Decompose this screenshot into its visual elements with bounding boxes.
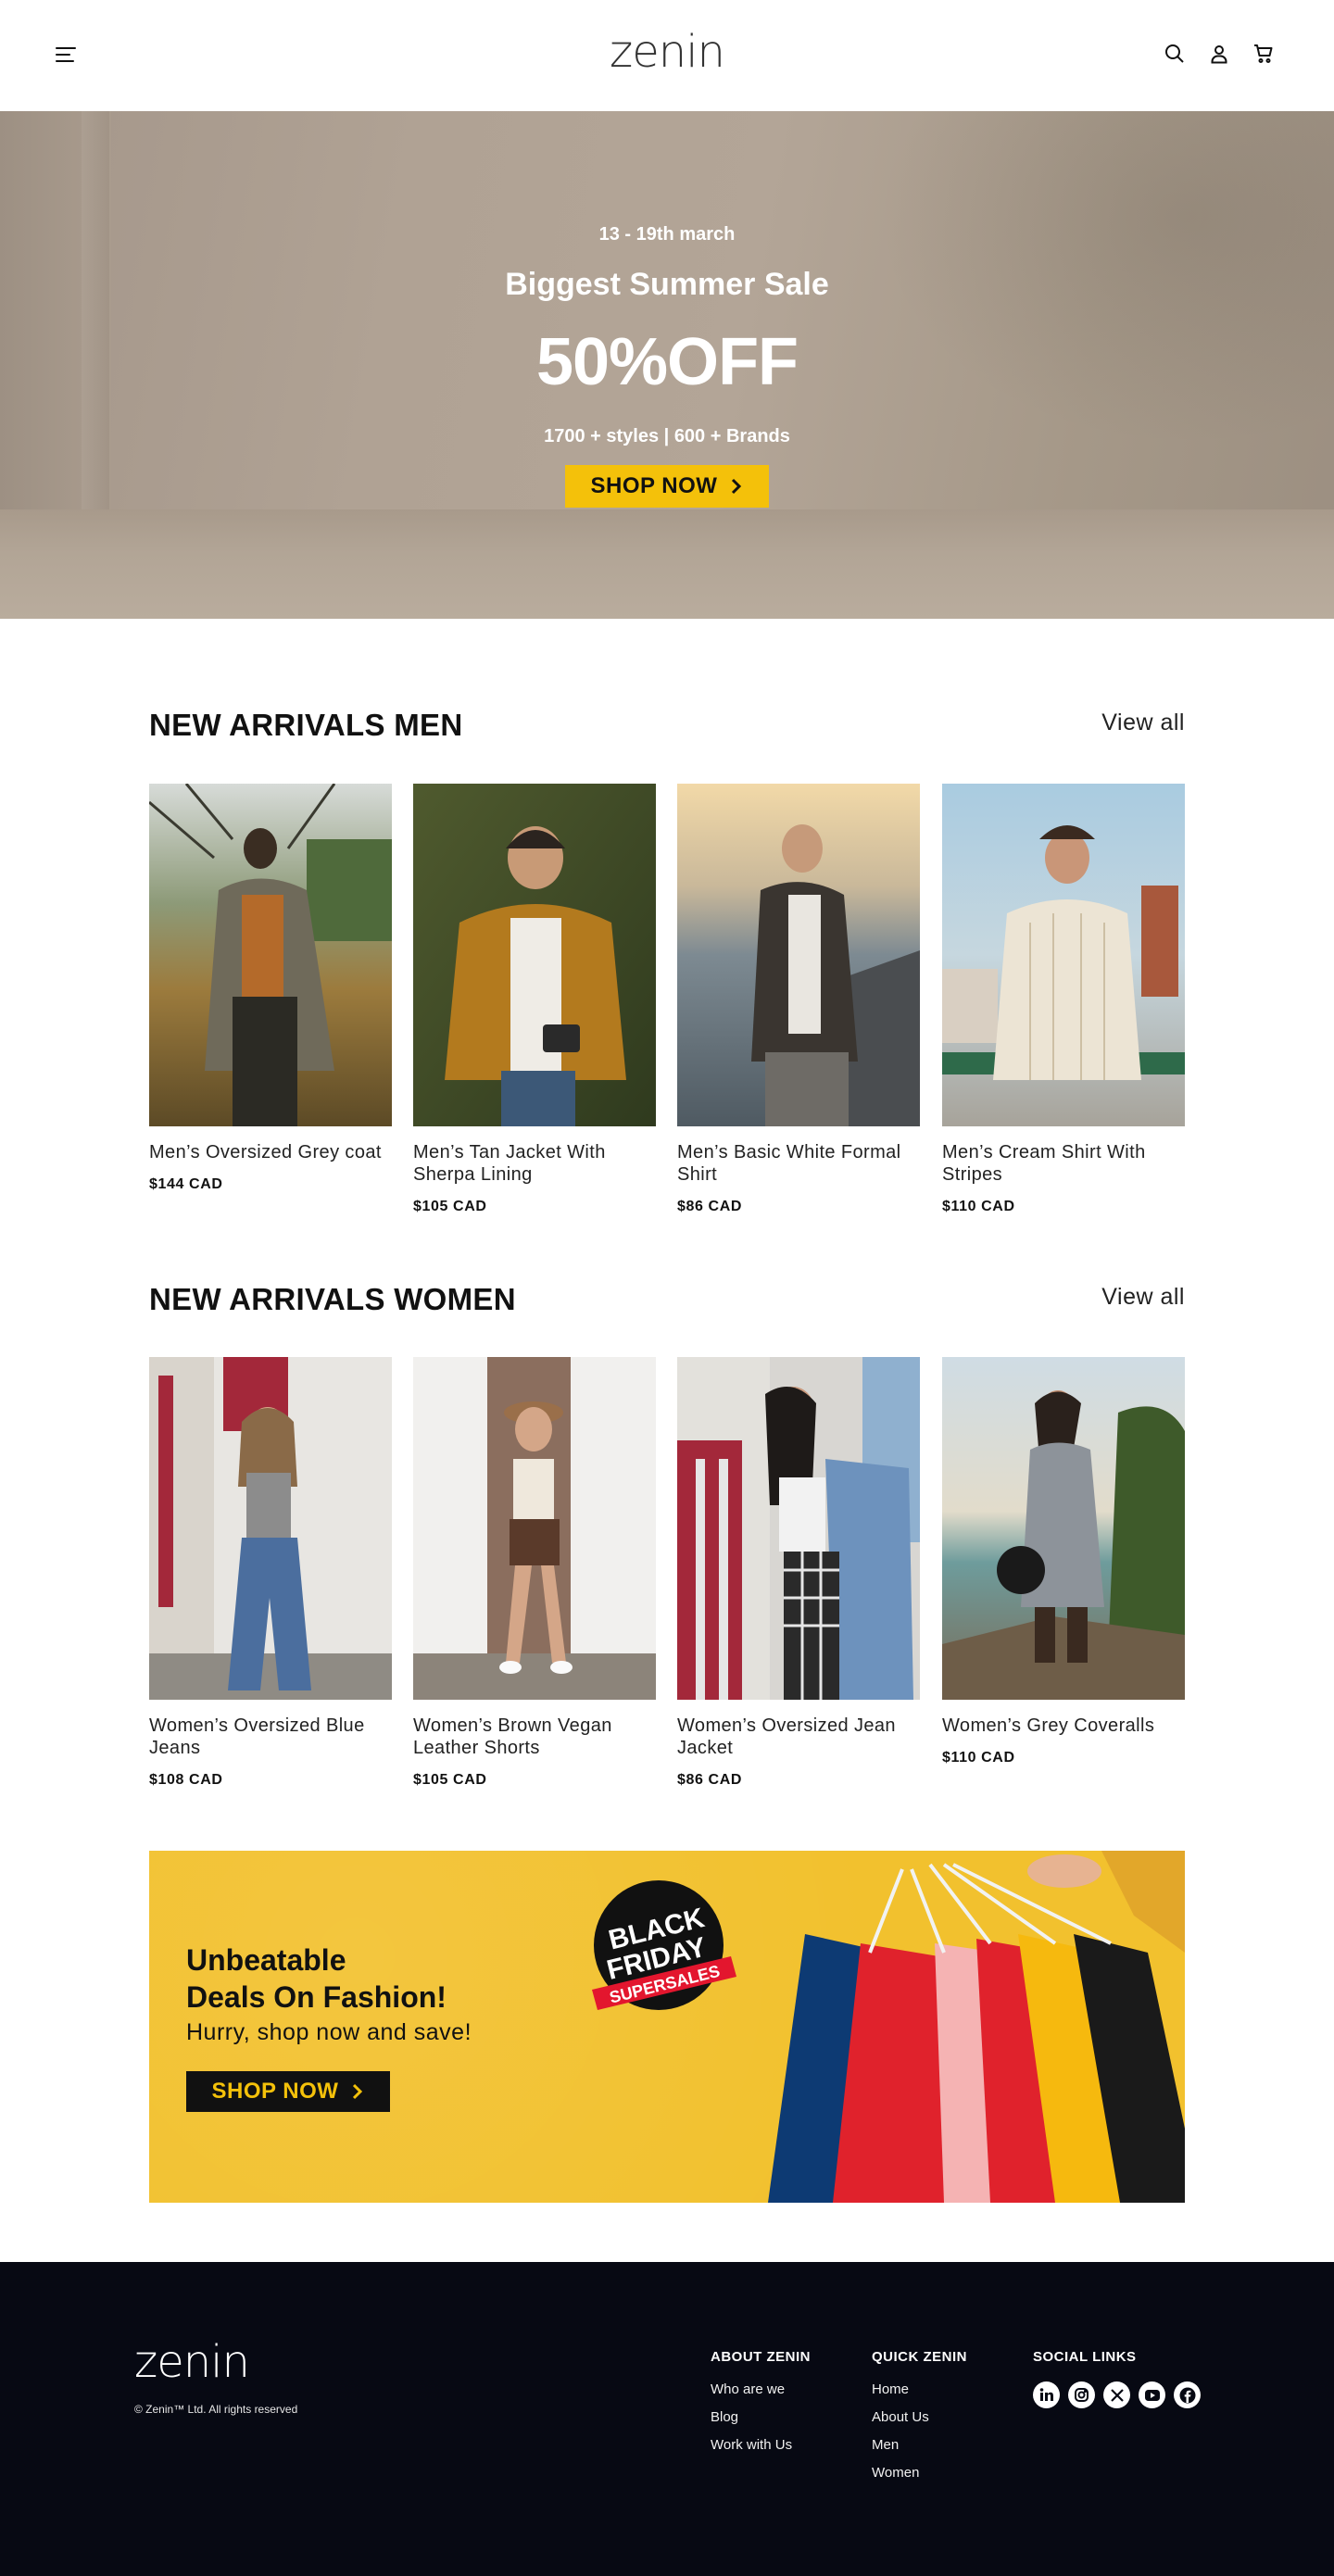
- footer-link-home[interactable]: Home: [872, 2381, 967, 2397]
- product-image[interactable]: [149, 1357, 392, 1700]
- hero-banner: 13 - 19th march Biggest Summer Sale 50%O…: [0, 111, 1334, 619]
- site-header: zenin: [0, 0, 1334, 111]
- footer-quick-title: QUICK ZENIN: [872, 2349, 967, 2365]
- hero-subtitle: 1700 + styles | 600 + Brands: [544, 426, 790, 446]
- footer-link-work-with-us[interactable]: Work with Us: [711, 2437, 811, 2453]
- chevron-right-icon: [353, 2083, 363, 2100]
- footer-about-title: ABOUT ZENIN: [711, 2349, 811, 2365]
- footer-link-who-are-we[interactable]: Who are we: [711, 2381, 811, 2397]
- product-image[interactable]: [942, 1357, 1185, 1700]
- product-image[interactable]: [413, 784, 656, 1126]
- promo-title-line2: Deals On Fashion!: [186, 1980, 447, 2014]
- product-card[interactable]: Men’s Tan Jacket With Sherpa Lining $105…: [413, 784, 656, 1215]
- footer-link-men[interactable]: Men: [872, 2437, 967, 2453]
- product-card[interactable]: Women’s Grey Coveralls $110 CAD: [942, 1357, 1185, 1766]
- product-card[interactable]: Men’s Basic White Formal Shirt $86 CAD: [677, 784, 920, 1215]
- linkedin-icon[interactable]: [1033, 2381, 1060, 2408]
- product-card[interactable]: Men’s Cream Shirt With Stripes $110 CAD: [942, 784, 1185, 1215]
- product-name[interactable]: Women’s Grey Coveralls: [942, 1715, 1185, 1737]
- shopping-bags-image: [768, 1851, 1185, 2203]
- product-price: $105 CAD: [413, 1772, 487, 1788]
- product-price: $110 CAD: [942, 1750, 1015, 1766]
- footer-quick-column: QUICK ZENIN Home About Us Men Women: [872, 2349, 967, 2493]
- x-icon[interactable]: [1103, 2381, 1130, 2408]
- promo-shop-now-button[interactable]: SHOP NOW: [186, 2071, 390, 2112]
- site-footer: zenin © Zenin™ Ltd. All rights reserved …: [0, 2262, 1334, 2576]
- promo-title: Unbeatable Deals On Fashion!: [186, 1941, 447, 2016]
- youtube-icon[interactable]: [1139, 2381, 1165, 2408]
- product-name[interactable]: Women’s Oversized Jean Jacket: [677, 1715, 920, 1759]
- hero-shop-now-label: SHOP NOW: [590, 473, 718, 498]
- product-name[interactable]: Men’s Cream Shirt With Stripes: [942, 1141, 1185, 1186]
- product-name[interactable]: Men’s Basic White Formal Shirt: [677, 1141, 920, 1186]
- promo-shop-now-label: SHOP NOW: [211, 2079, 339, 2104]
- promo-banner: Unbeatable Deals On Fashion! Hurry, shop…: [149, 1851, 1185, 2203]
- product-price: $86 CAD: [677, 1199, 743, 1214]
- product-card[interactable]: Women’s Brown Vegan Leather Shorts $105 …: [413, 1357, 656, 1789]
- hero-discount: 50%OFF: [535, 325, 799, 399]
- product-name[interactable]: Women’s Oversized Blue Jeans: [149, 1715, 392, 1759]
- facebook-icon[interactable]: [1174, 2381, 1201, 2408]
- product-image[interactable]: [942, 784, 1185, 1126]
- product-name[interactable]: Men’s Tan Jacket With Sherpa Lining: [413, 1141, 656, 1186]
- header-actions: [1162, 41, 1277, 67]
- promo-title-line1: Unbeatable: [186, 1943, 346, 1977]
- footer-link-women[interactable]: Women: [872, 2465, 967, 2481]
- footer-link-about-us[interactable]: About Us: [872, 2409, 967, 2425]
- product-card[interactable]: Men’s Oversized Grey coat $144 CAD: [149, 784, 392, 1193]
- product-name[interactable]: Women’s Brown Vegan Leather Shorts: [413, 1715, 656, 1759]
- product-price: $110 CAD: [942, 1199, 1015, 1214]
- black-friday-badge: BLACK FRIDAY SUPERSALES: [592, 1880, 736, 2010]
- hero-shop-now-button[interactable]: SHOP NOW: [565, 465, 769, 508]
- footer-social-column: SOCIAL LINKS: [1033, 2349, 1201, 2408]
- hero-floor: [0, 509, 1334, 619]
- women-view-all-link[interactable]: View all: [1101, 1284, 1185, 1311]
- product-image[interactable]: [677, 1357, 920, 1700]
- product-price: $108 CAD: [149, 1772, 223, 1788]
- product-card[interactable]: Women’s Oversized Blue Jeans $108 CAD: [149, 1357, 392, 1789]
- men-section-title: NEW ARRIVALS MEN: [149, 708, 463, 742]
- logo[interactable]: zenin: [0, 26, 1334, 78]
- product-image[interactable]: [149, 784, 392, 1126]
- cart-icon[interactable]: [1251, 41, 1277, 67]
- hero-title: Biggest Summer Sale: [505, 267, 829, 302]
- footer-logo[interactable]: zenin: [134, 2336, 250, 2388]
- product-image[interactable]: [413, 1357, 656, 1700]
- hero-date: 13 - 19th march: [598, 224, 736, 245]
- instagram-icon[interactable]: [1068, 2381, 1095, 2408]
- footer-social-title: SOCIAL LINKS: [1033, 2349, 1137, 2365]
- user-icon[interactable]: [1206, 41, 1232, 67]
- product-price: $86 CAD: [677, 1772, 743, 1788]
- product-name[interactable]: Men’s Oversized Grey coat: [149, 1141, 392, 1163]
- social-links: [1033, 2381, 1201, 2408]
- footer-about-column: ABOUT ZENIN Who are we Blog Work with Us: [711, 2349, 811, 2465]
- women-section-title: NEW ARRIVALS WOMEN: [149, 1282, 516, 1316]
- footer-copyright: © Zenin™ Ltd. All rights reserved: [134, 2403, 298, 2416]
- footer-link-blog[interactable]: Blog: [711, 2409, 811, 2425]
- search-icon[interactable]: [1162, 41, 1188, 67]
- product-price: $144 CAD: [149, 1176, 223, 1192]
- promo-subtitle: Hurry, shop now and save!: [186, 2019, 472, 2045]
- product-price: $105 CAD: [413, 1199, 487, 1214]
- men-view-all-link[interactable]: View all: [1101, 710, 1185, 736]
- chevron-right-icon: [732, 478, 742, 495]
- product-image[interactable]: [677, 784, 920, 1126]
- product-card[interactable]: Women’s Oversized Jean Jacket $86 CAD: [677, 1357, 920, 1789]
